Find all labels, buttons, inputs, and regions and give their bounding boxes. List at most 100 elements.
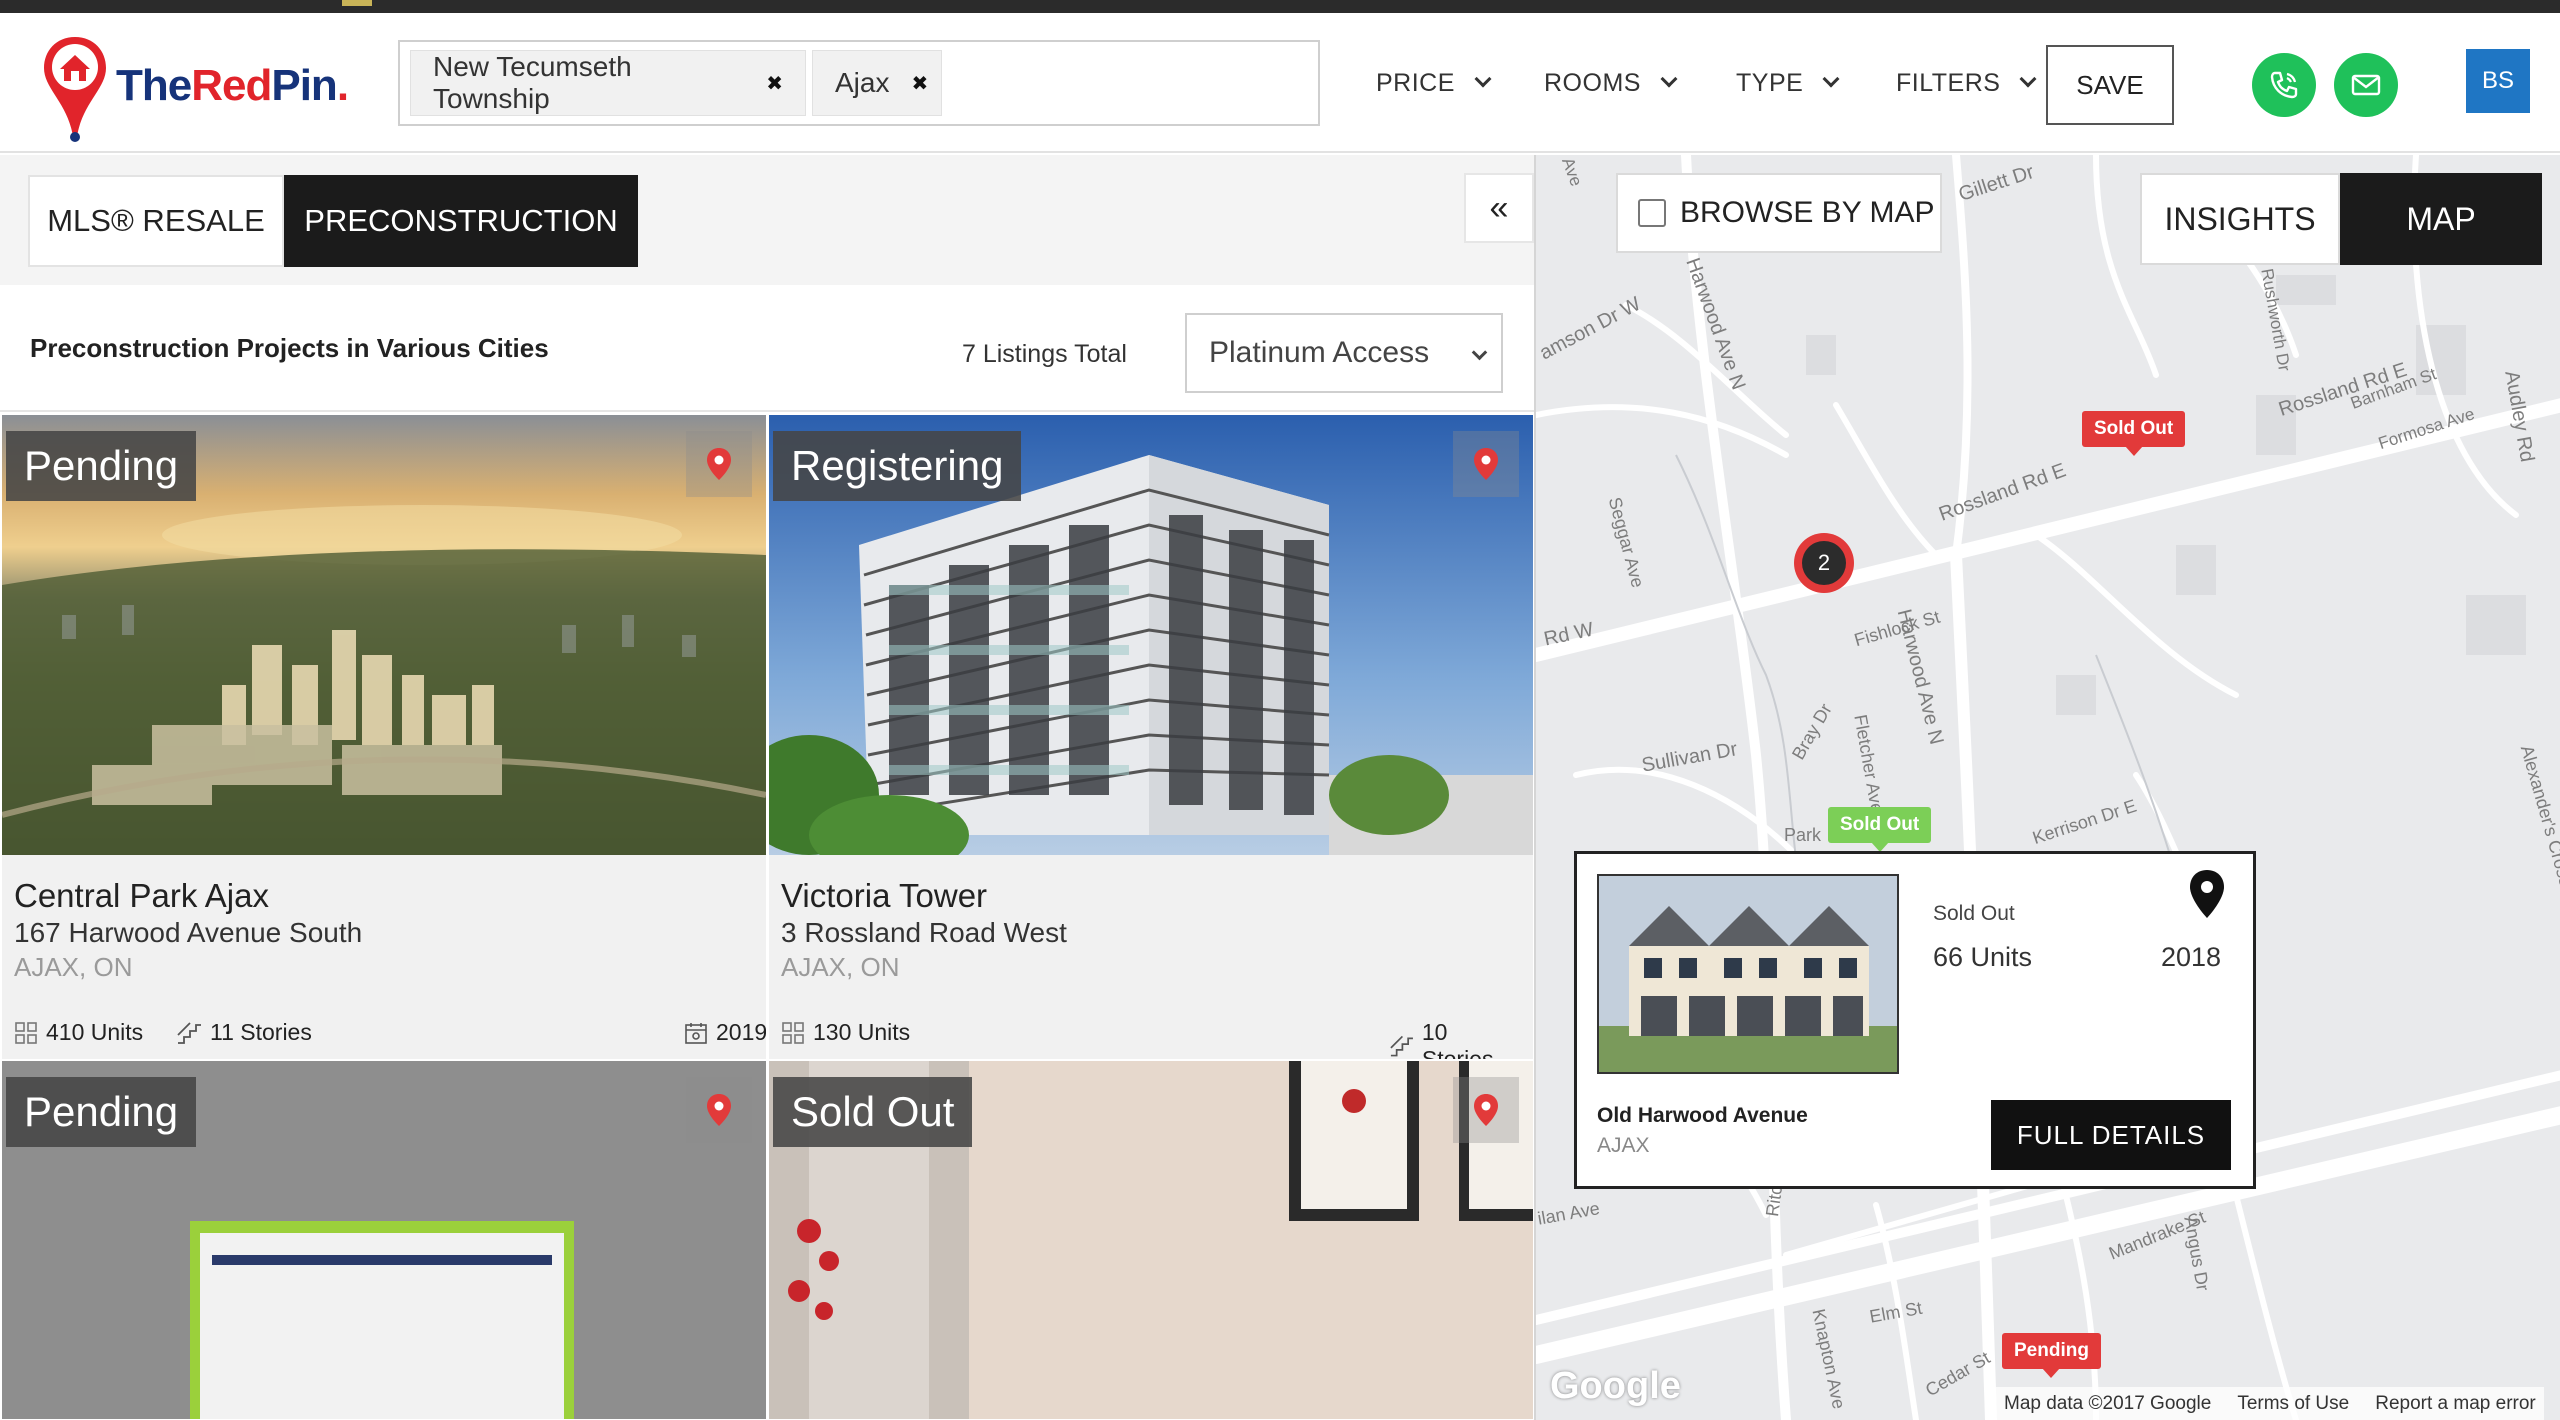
terms-of-use-link[interactable]: Terms of Use xyxy=(2237,1393,2349,1415)
status-badge: Pending xyxy=(6,431,197,501)
units-icon xyxy=(15,1021,37,1044)
listing-facts: 410 Units 11 Stories 2019 xyxy=(14,1019,766,1053)
chevron-down-icon xyxy=(1660,70,1678,88)
listings-total: 7 Listings Total xyxy=(962,340,1127,368)
list-title: Preconstruction Projects in Various Citi… xyxy=(30,333,549,363)
tab-map[interactable]: MAP xyxy=(2340,173,2542,265)
listing-photo[interactable]: Pending xyxy=(2,1061,766,1419)
map-attribution: Map data ©2017 Google Terms of Use Repor… xyxy=(1996,1387,2544,1420)
remove-chip-icon[interactable]: ✖ xyxy=(766,71,783,96)
map-cluster-marker[interactable]: 2 xyxy=(1794,533,1854,593)
tab-mls-resale[interactable]: MLS® RESALE xyxy=(28,175,284,267)
call-button[interactable] xyxy=(2252,53,2316,117)
theredpin-logo[interactable]: TheRedPin. xyxy=(40,33,360,143)
status-badge: Sold Out xyxy=(773,1077,973,1147)
browse-by-map-checkbox[interactable] xyxy=(1638,199,1666,227)
listing-photo[interactable]: Sold Out xyxy=(769,1061,1533,1419)
tab-insights[interactable]: INSIGHTS xyxy=(2140,173,2340,265)
map-marker[interactable]: Sold Out xyxy=(2082,411,2186,456)
show-on-map-button[interactable] xyxy=(686,431,752,497)
map-view[interactable]: Gillett Dr Harwood Ave N amson Dr W Ross… xyxy=(1534,155,2560,1420)
show-on-map-button[interactable] xyxy=(686,1077,752,1143)
phone-icon xyxy=(2270,71,2298,99)
divider xyxy=(0,410,1534,412)
calendar-icon xyxy=(685,1022,707,1044)
marker-label: Sold Out xyxy=(1840,814,1920,835)
redpin-logo-icon xyxy=(44,37,106,142)
filters-dropdown[interactable]: FILTERS xyxy=(1896,13,2037,153)
units-value: 130 Units xyxy=(813,1019,911,1045)
price-dropdown[interactable]: PRICE xyxy=(1376,13,1492,153)
popup-photo[interactable] xyxy=(1597,874,1899,1074)
stories-fact: 11 Stories xyxy=(176,1019,312,1046)
listing-photo[interactable]: Pending xyxy=(2,415,766,855)
view-toggle: INSIGHTS MAP xyxy=(2140,173,2542,265)
location-search-input[interactable]: New Tecumseth Township ✖ Ajax ✖ xyxy=(398,40,1320,126)
marker-tail xyxy=(2042,1368,2061,1378)
mail-icon xyxy=(2351,74,2381,96)
map-marker[interactable]: Sold Out xyxy=(1828,807,1932,852)
street-label: Park xyxy=(1784,825,1822,845)
marker-label: Sold Out xyxy=(2094,418,2174,439)
type-dropdown[interactable]: TYPE xyxy=(1736,13,1840,153)
listing-photo[interactable]: Registering xyxy=(769,415,1533,855)
email-button[interactable] xyxy=(2334,53,2398,117)
chevron-down-icon xyxy=(1471,344,1488,361)
google-logo: Google xyxy=(1550,1365,1681,1407)
popup-units: 66 Units xyxy=(1933,942,2033,972)
browse-by-map-toggle[interactable]: BROWSE BY MAP xyxy=(1616,173,1942,253)
stories-value: 10 Stories xyxy=(1421,1019,1494,1059)
units-fact: 410 Units xyxy=(14,1019,143,1046)
listing-name[interactable]: Victoria Tower xyxy=(781,877,987,915)
save-search-button[interactable]: SAVE xyxy=(2046,45,2174,125)
popup-year: 2018 xyxy=(2161,942,2222,972)
location-chip[interactable]: Ajax ✖ xyxy=(812,50,942,116)
map-marker[interactable]: Pending xyxy=(2002,1333,2101,1378)
chevron-down-icon xyxy=(1822,70,1840,88)
type-label: TYPE xyxy=(1736,68,1804,97)
listing-card[interactable]: Pending Central Park Ajax 167 Harwood Av… xyxy=(2,415,766,1059)
browser-top-strip xyxy=(0,0,2560,13)
access-level-select[interactable]: Platinum Access xyxy=(1185,313,1503,393)
chip-label: New Tecumseth Township xyxy=(433,51,632,114)
popup-project-name[interactable]: Old Harwood Avenue xyxy=(1597,1104,1808,1128)
rooms-dropdown[interactable]: ROOMS xyxy=(1544,13,1678,153)
listing-city: AJAX, ON xyxy=(781,952,900,982)
map-pin-icon xyxy=(707,1094,731,1126)
map-pin-icon xyxy=(707,448,731,480)
listing-type-tabs: MLS® RESALE PRECONSTRUCTION « xyxy=(0,155,1534,285)
remove-chip-icon[interactable]: ✖ xyxy=(911,71,928,96)
tab-indicator xyxy=(342,0,372,6)
stories-fact: 10 Stories xyxy=(1389,1019,1521,1059)
stories-value: 11 Stories xyxy=(210,1019,312,1045)
location-chip[interactable]: New Tecumseth Township ✖ xyxy=(410,50,806,116)
listing-card[interactable]: Pending xyxy=(2,1061,766,1419)
year-value: 2019 xyxy=(716,1019,766,1045)
report-map-error-link[interactable]: Report a map error xyxy=(2375,1393,2536,1415)
list-header: Preconstruction Projects in Various Citi… xyxy=(0,285,1534,410)
collapse-panel-button[interactable]: « xyxy=(1464,173,1534,243)
location-pin-icon xyxy=(2190,870,2224,918)
browse-by-map-label: BROWSE BY MAP xyxy=(1680,196,1935,229)
show-on-map-button[interactable] xyxy=(1453,1077,1519,1143)
map-info-popup: Sold Out 66 Units 2018 Old Harwood Avenu… xyxy=(1574,851,2256,1189)
full-details-button[interactable]: FULL DETAILS xyxy=(1991,1100,2231,1170)
logo-wordmark: TheRedPin. xyxy=(116,61,349,110)
site-header: TheRedPin. New Tecumseth Township ✖ Ajax… xyxy=(0,13,2560,153)
user-avatar[interactable]: BS xyxy=(2466,49,2530,113)
listing-city: AJAX, ON xyxy=(14,952,133,982)
listing-address: 167 Harwood Avenue South xyxy=(14,917,363,948)
chip-label: Ajax xyxy=(835,67,890,98)
filters-label: FILTERS xyxy=(1896,68,2001,97)
map-data-credit: Map data ©2017 Google xyxy=(2004,1392,2212,1414)
chevron-down-icon xyxy=(1474,70,1492,88)
show-on-map-button[interactable] xyxy=(1453,431,1519,497)
rooms-label: ROOMS xyxy=(1544,68,1641,97)
listing-card[interactable]: Registering Victoria Tower 3 Rossland Ro… xyxy=(769,415,1533,1059)
price-label: PRICE xyxy=(1376,68,1455,97)
listing-card[interactable]: Sold Out xyxy=(769,1061,1533,1419)
listing-address: 3 Rossland Road West xyxy=(781,917,1067,948)
listing-name[interactable]: Central Park Ajax xyxy=(14,877,269,915)
tab-preconstruction[interactable]: PRECONSTRUCTION xyxy=(284,175,638,267)
marker-label: Pending xyxy=(2014,1340,2089,1361)
